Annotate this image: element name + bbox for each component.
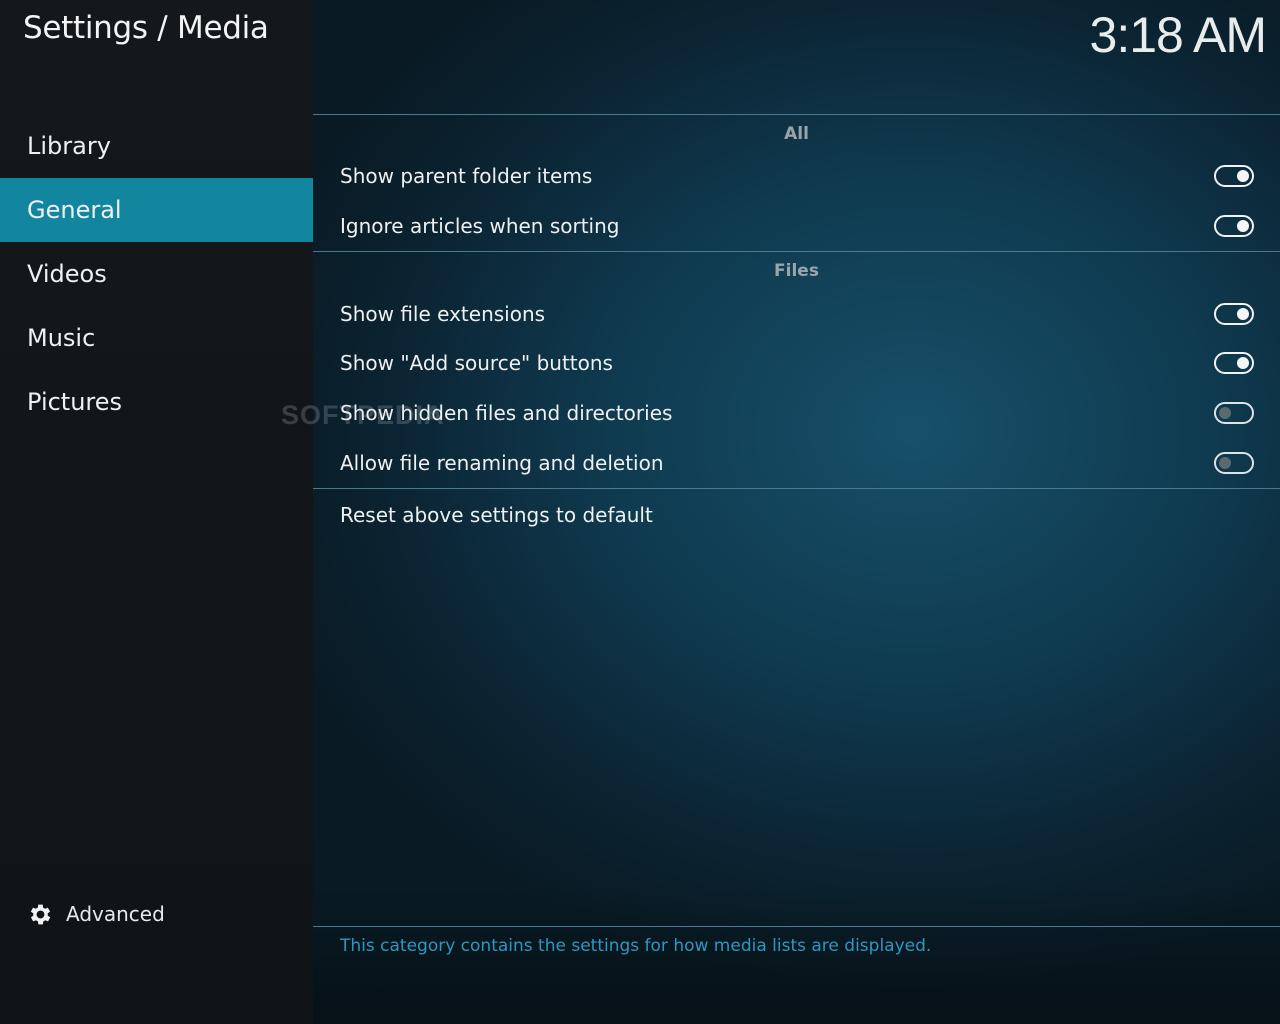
toggle-switch[interactable] [1214,452,1254,474]
toggle-switch[interactable] [1214,352,1254,374]
page-title: Settings / Media [23,10,269,46]
setting-row-allow-file-renaming[interactable]: Allow file renaming and deletion [313,439,1280,487]
toggle-knob [1219,407,1231,419]
gear-icon [30,904,51,924]
toggle-knob [1237,220,1249,232]
toggle-knob [1237,308,1249,320]
clock: 3:18 AM [1089,7,1267,63]
setting-row-show-file-extensions[interactable]: Show file extensions [313,290,1280,338]
divider [313,926,1280,927]
sidebar-item-videos[interactable]: Videos [0,242,313,306]
reset-label: Reset above settings to default [340,503,653,527]
setting-label: Ignore articles when sorting [340,214,620,238]
toggle-switch[interactable] [1214,402,1254,424]
advanced-label: Advanced [66,902,165,926]
setting-row-show-parent-folder-items[interactable]: Show parent folder items [313,152,1280,200]
section-header-files: Files [774,261,819,281]
reset-settings-button[interactable]: Reset above settings to default [313,491,1280,539]
advanced-settings-level-button[interactable]: Advanced [27,896,165,932]
watermark: SOFTPEDIA [281,400,445,430]
sidebar-item-general[interactable]: General [0,178,313,242]
divider [313,488,1280,489]
sidebar: Settings / Media Library General Videos … [0,0,313,1024]
divider [313,251,1280,252]
toggle-switch[interactable] [1214,303,1254,325]
setting-label: Show "Add source" buttons [340,351,613,375]
setting-row-ignore-articles[interactable]: Ignore articles when sorting [313,202,1280,250]
category-description: This category contains the settings for … [340,936,932,956]
sidebar-item-library[interactable]: Library [0,114,313,178]
setting-label: Show file extensions [340,302,546,326]
toggle-knob [1237,357,1249,369]
divider [313,114,1280,115]
toggle-switch[interactable] [1214,215,1254,237]
setting-row-show-hidden-files[interactable]: Show hidden files and directories [313,389,1280,437]
setting-label: Show parent folder items [340,164,593,188]
setting-label: Allow file renaming and deletion [340,451,664,475]
toggle-knob [1219,457,1231,469]
toggle-switch[interactable] [1214,165,1254,187]
setting-row-show-add-source-buttons[interactable]: Show "Add source" buttons [313,339,1280,387]
section-header-all: All [784,124,809,144]
sidebar-item-pictures[interactable]: Pictures [0,370,313,434]
sidebar-item-music[interactable]: Music [0,306,313,370]
sidebar-nav: Library General Videos Music Pictures [0,114,313,434]
toggle-knob [1237,170,1249,182]
